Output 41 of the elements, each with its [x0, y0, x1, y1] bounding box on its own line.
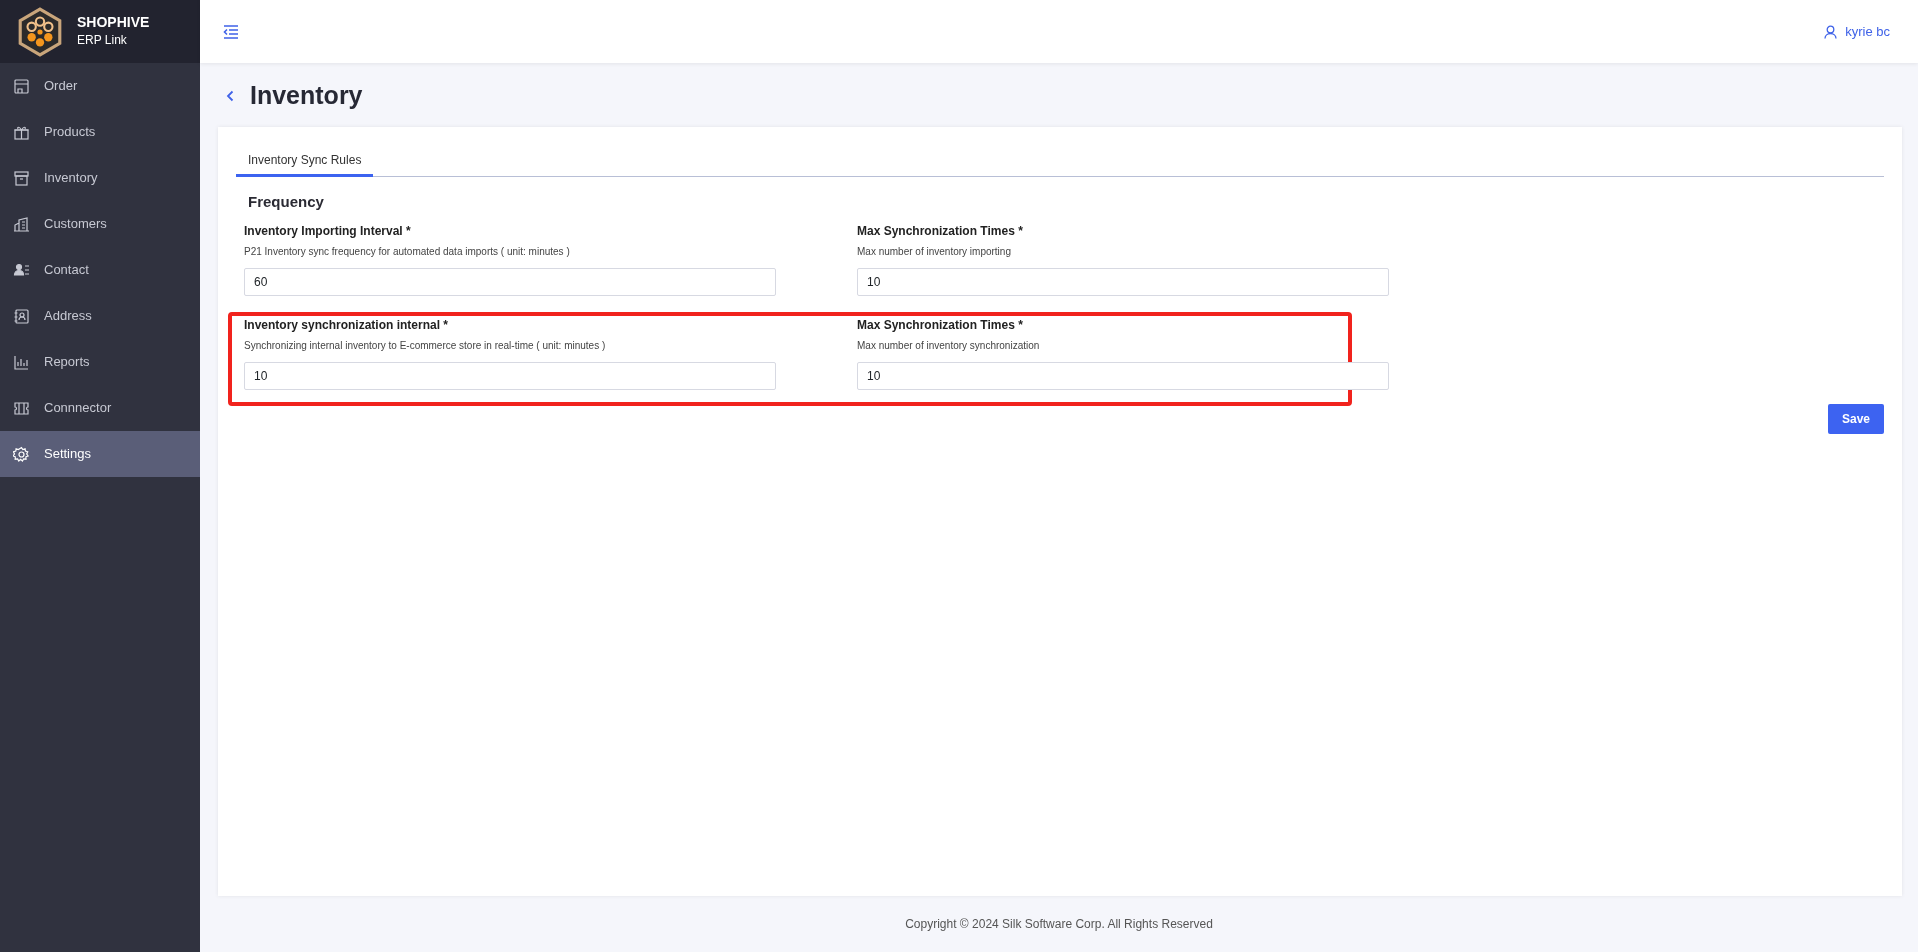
field-hint: Max number of inventory importing — [857, 244, 1012, 259]
menu-icon[interactable] — [223, 24, 239, 39]
sidebar-item[interactable]: Address — [0, 293, 200, 339]
building-icon — [13, 215, 30, 233]
field-label: Max Synchronization Times * — [857, 222, 1024, 240]
input-field[interactable]: 10 — [244, 361, 776, 390]
sidebar-item[interactable]: Products — [0, 109, 200, 155]
input-field[interactable]: 10 — [857, 267, 1389, 296]
user-menu[interactable]: kyrie bc — [1824, 21, 1890, 42]
contact-icon — [13, 261, 30, 279]
chart-icon — [13, 353, 30, 371]
connector-icon — [13, 399, 30, 417]
sidebar-item[interactable]: Inventory — [0, 155, 200, 201]
input-field[interactable]: 10 — [857, 361, 1389, 390]
sidebar-item[interactable]: Contact — [0, 247, 200, 293]
sidebar-item[interactable]: Reports — [0, 339, 200, 385]
field-label: Inventory synchronization internal * — [244, 316, 450, 334]
field-hint: Max number of inventory synchronization — [857, 338, 1041, 353]
field-label: Max Synchronization Times * — [857, 316, 1024, 334]
logo-icon — [17, 6, 63, 57]
user-icon — [1824, 24, 1838, 39]
page-title: Inventory — [250, 80, 363, 112]
copyright-text: Copyright © 2024 Silk Software Corp. All Rights Reserved — [905, 916, 1213, 933]
store-icon — [13, 77, 30, 95]
brand-name: SHOPHIVE — [77, 14, 150, 31]
brand-subtitle: ERP Link — [77, 31, 128, 49]
tab[interactable]: Inventory Sync Rules — [236, 145, 374, 177]
back-icon[interactable] — [226, 90, 234, 102]
addressbook-icon — [13, 307, 30, 325]
field-hint: Synchronizing internal inventory to E-commerce store in real-time ( unit: minutes ) — [244, 338, 607, 353]
input-field[interactable]: 60 — [244, 267, 776, 296]
save-button[interactable]: Save — [1827, 403, 1884, 434]
archive-icon — [13, 169, 30, 187]
field-label: Inventory Importing Interval * — [244, 222, 412, 240]
sidebar-item[interactable]: Customers — [0, 201, 200, 247]
section-title: Frequency — [248, 192, 325, 212]
settings-icon — [13, 445, 30, 463]
field-hint: P21 Inventory sync frequency for automated data imports ( unit: minutes ) — [244, 244, 571, 259]
sidebar-item[interactable]: Settings — [0, 431, 200, 477]
sidebar-item[interactable]: Connnector — [0, 385, 200, 431]
sidebar-item[interactable]: Order — [0, 63, 200, 109]
